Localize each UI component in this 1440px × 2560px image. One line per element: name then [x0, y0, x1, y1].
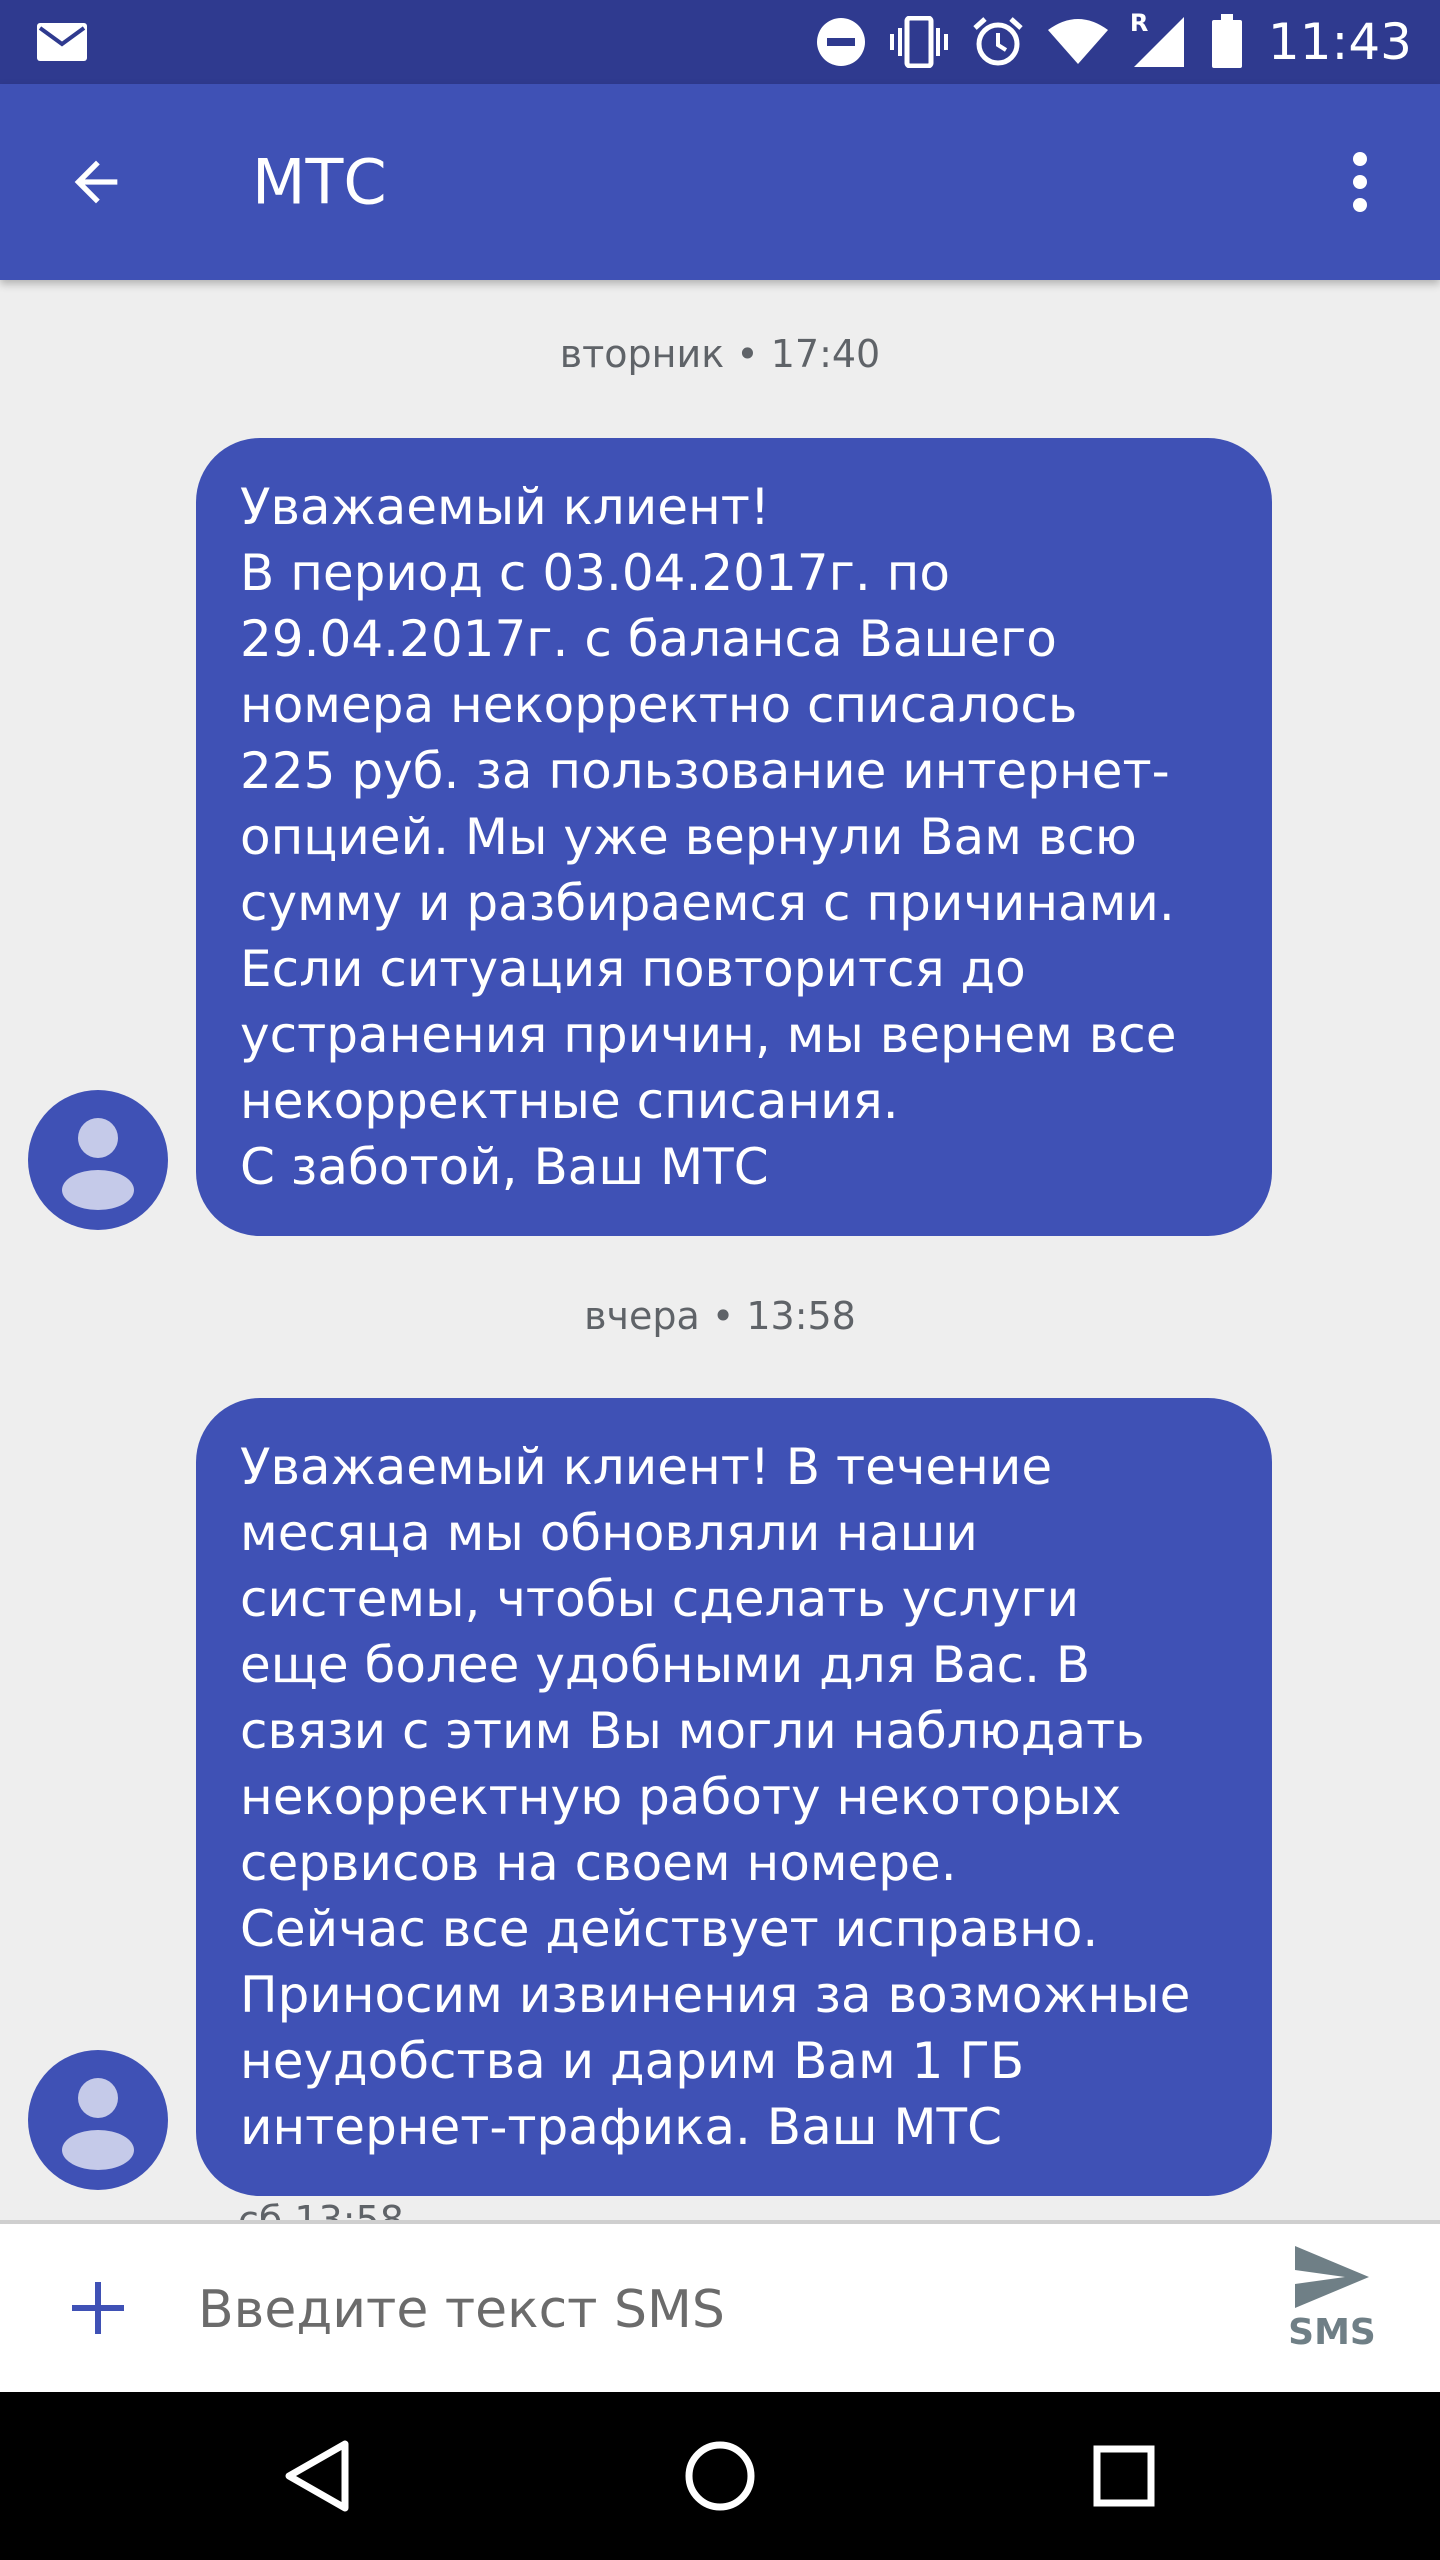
message-bubble[interactable]: Уважаемый клиент! В период с 03.04.2017г…	[196, 438, 1272, 1236]
do-not-disturb-icon	[816, 17, 866, 67]
status-bar: R 11:43	[0, 0, 1440, 84]
back-button[interactable]	[56, 142, 136, 222]
more-vert-icon	[1353, 152, 1367, 212]
more-options-button[interactable]	[1320, 142, 1400, 222]
status-right: R 11:43	[816, 9, 1412, 71]
send-label: SMS	[1288, 2312, 1376, 2353]
message-input[interactable]	[196, 2254, 1250, 2366]
status-time: 11:43	[1267, 13, 1412, 71]
mail-icon	[36, 22, 88, 62]
compose-bar: SMS	[0, 2220, 1440, 2392]
alarm-icon	[972, 16, 1024, 68]
vibrate-icon	[889, 16, 948, 68]
app-bar: МТС	[0, 84, 1440, 280]
person-icon	[62, 2078, 134, 2170]
status-left	[36, 22, 88, 62]
sender-avatar[interactable]	[28, 1090, 168, 1230]
nav-recents-button[interactable]	[1069, 2421, 1179, 2531]
arrow-back-icon	[74, 160, 118, 204]
nav-back-button[interactable]	[261, 2421, 371, 2531]
navigation-bar	[0, 2392, 1440, 2560]
roaming-indicator: R	[1129, 9, 1149, 37]
message-timestamp-partial: сб 13:58	[238, 2198, 404, 2220]
square-recents-icon	[1093, 2445, 1155, 2507]
send-sms-button[interactable]: SMS	[1258, 2244, 1406, 2376]
conversation-title: МТС	[252, 145, 387, 219]
wifi-icon	[1047, 18, 1108, 66]
message-timestamp: вторник • 17:40	[559, 332, 881, 376]
conversation-list[interactable]: вторник • 17:40 Уважаемый клиент! В пери…	[0, 280, 1440, 2220]
add-attachment-button[interactable]	[58, 2268, 138, 2348]
sender-avatar[interactable]	[28, 2050, 168, 2190]
signal-icon: R	[1130, 9, 1186, 69]
battery-icon	[1210, 14, 1244, 70]
plus-icon	[72, 2282, 124, 2334]
person-icon	[62, 1118, 134, 1210]
message-timestamp: вчера • 13:58	[584, 1294, 856, 1338]
circle-home-icon	[685, 2441, 755, 2511]
send-icon	[1295, 2246, 1369, 2308]
triangle-back-icon	[285, 2440, 349, 2512]
message-bubble[interactable]: Уважаемый клиент! В течение месяца мы об…	[196, 1398, 1272, 2196]
nav-home-button[interactable]	[665, 2421, 775, 2531]
